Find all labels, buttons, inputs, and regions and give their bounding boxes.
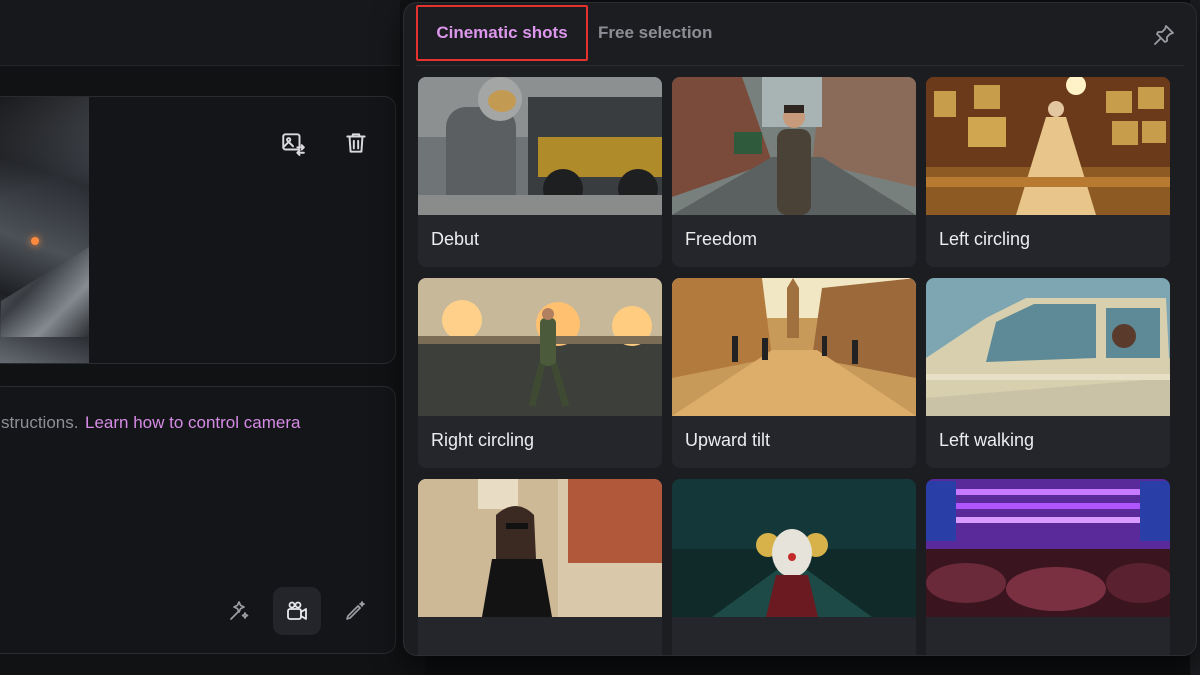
edit-pen-icon[interactable] (331, 587, 379, 635)
preset-card-left-walking[interactable]: Left walking (926, 278, 1170, 468)
preset-card-concert[interactable] (926, 479, 1170, 655)
trash-icon[interactable] (340, 127, 372, 159)
reference-image-thumbnail[interactable] (0, 97, 89, 363)
preset-label: Freedom (685, 229, 758, 249)
preset-thumbnail (672, 77, 916, 215)
preset-thumbnail (926, 77, 1170, 215)
camera-video-icon[interactable] (273, 587, 321, 635)
preset-card-debut[interactable]: Debut (418, 77, 662, 267)
reference-image-card (0, 96, 396, 364)
preset-label: Right circling (431, 430, 535, 450)
preset-label: Debut (431, 229, 480, 249)
preset-label: Upward tilt (685, 430, 771, 450)
preset-thumbnail (672, 278, 916, 416)
preset-label: Left walking (939, 430, 1035, 450)
camera-motion-popover: Cinematic shots Free selection Debut Fre… (403, 2, 1197, 656)
tab-divider (416, 65, 1184, 66)
preset-label: Left circling (939, 229, 1031, 249)
preset-card-upward-tilt[interactable]: Upward tilt (672, 278, 916, 468)
pin-icon[interactable] (1152, 23, 1176, 47)
tab-cinematic-shots[interactable]: Cinematic shots (416, 5, 588, 61)
preset-card-clown[interactable] (672, 479, 916, 655)
learn-camera-control-link[interactable]: Learn how to control camera (85, 413, 300, 433)
preset-thumbnail (418, 77, 662, 215)
magic-wand-icon[interactable] (215, 587, 263, 635)
preset-thumbnail (926, 479, 1170, 617)
replace-image-icon[interactable] (277, 127, 309, 159)
preset-thumbnail (418, 278, 662, 416)
preset-thumbnail (926, 278, 1170, 416)
prompt-helper-prefix: structions. (1, 413, 79, 432)
editor-top-bar (0, 0, 400, 66)
preset-card-right-circling[interactable]: Right circling (418, 278, 662, 468)
preset-thumbnail (672, 479, 916, 617)
preset-card-woman[interactable] (418, 479, 662, 655)
tab-free-selection[interactable]: Free selection (598, 5, 712, 61)
preset-card-left-circling[interactable]: Left circling (926, 77, 1170, 267)
prompt-card[interactable]: structions. Learn how to control camera (0, 386, 396, 654)
preset-card-freedom[interactable]: Freedom (672, 77, 916, 267)
preset-thumbnail (418, 479, 662, 617)
